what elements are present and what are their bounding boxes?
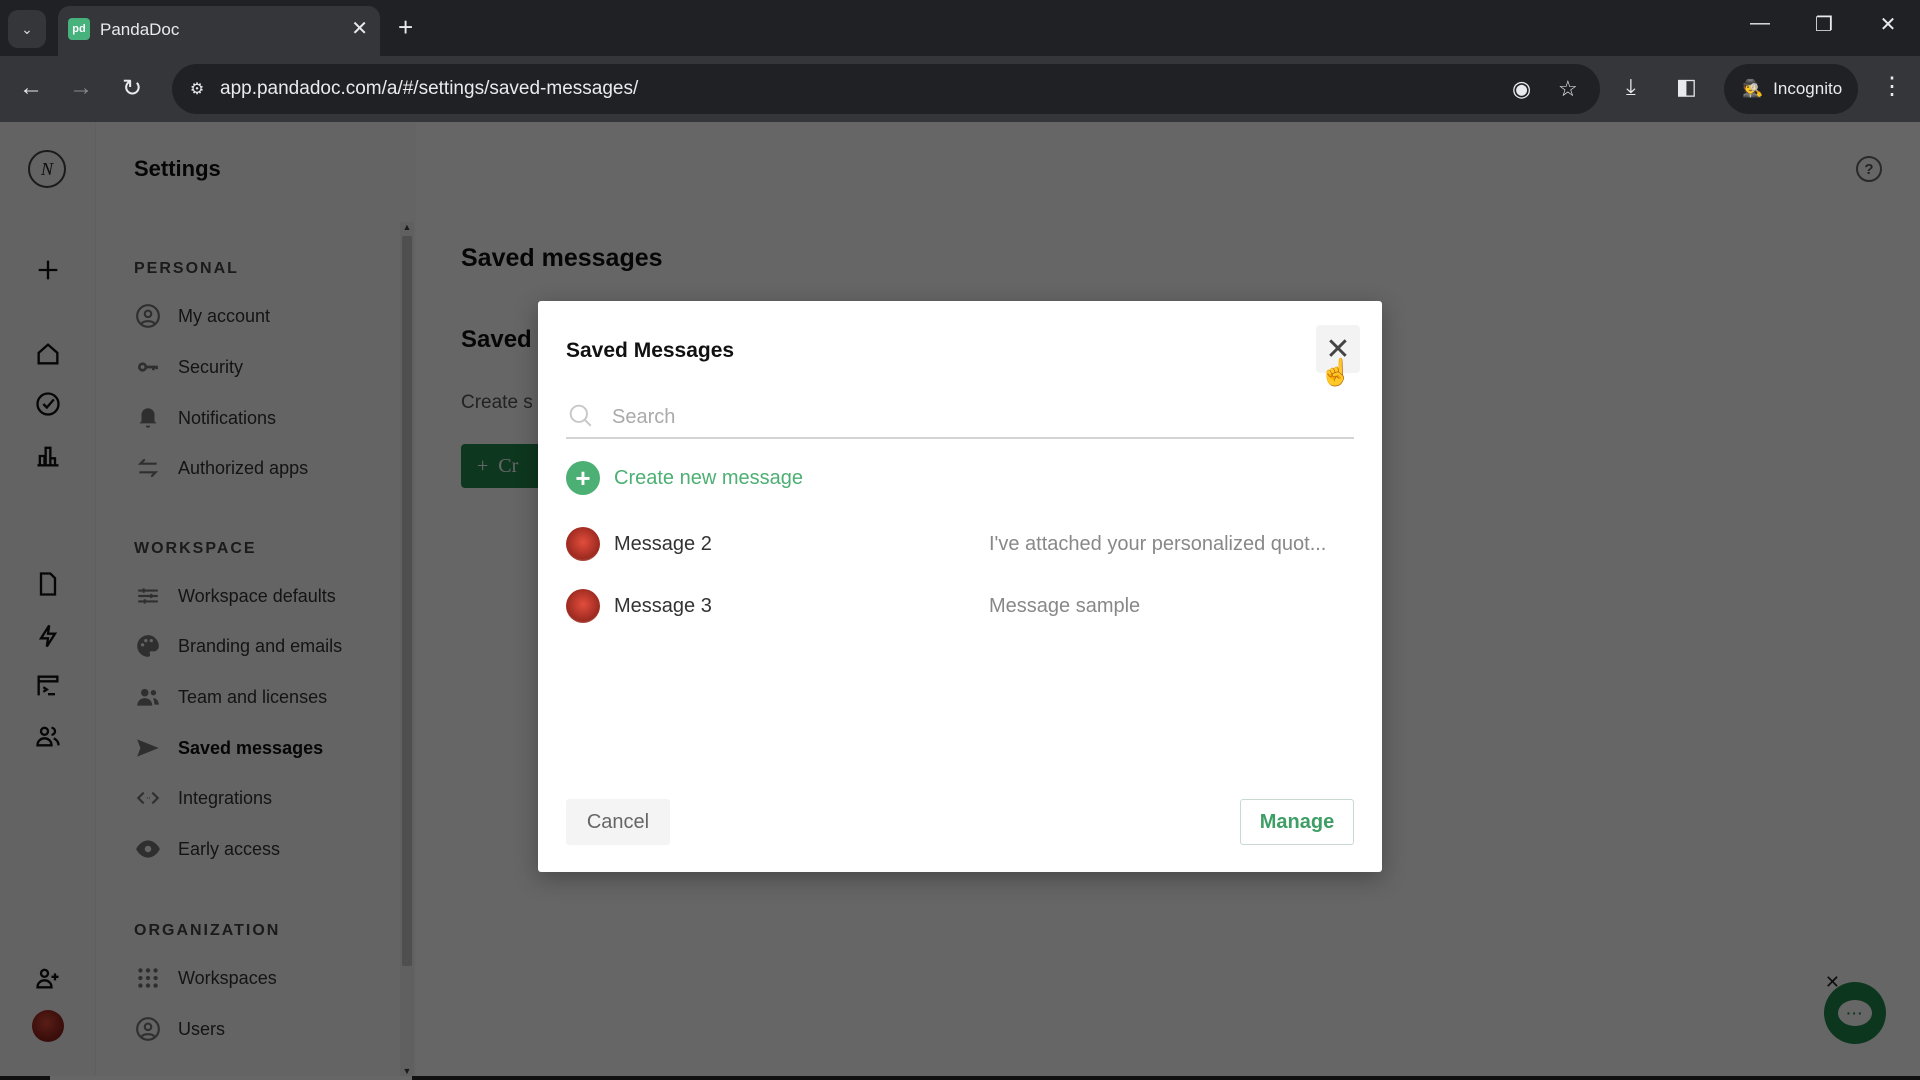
new-tab-button[interactable]: +: [398, 12, 413, 43]
incognito-icon: 🕵: [1742, 79, 1764, 98]
search-field: [566, 399, 1354, 439]
search-input[interactable]: [612, 399, 1342, 435]
create-new-message-label: Create new message: [614, 466, 803, 489]
browser-tab[interactable]: pd PandaDoc ✕: [58, 6, 380, 56]
tab-close-icon[interactable]: ✕: [351, 16, 368, 41]
saved-messages-modal: Saved Messages ✕ ☝ + Create new message …: [538, 301, 1382, 872]
eye-off-icon[interactable]: ◉: [1512, 76, 1531, 102]
window-close-icon[interactable]: ✕: [1868, 12, 1908, 37]
incognito-label: Incognito: [1773, 79, 1843, 98]
browser-tab-bar: ⌄ pd PandaDoc ✕ + — ❐ ✕: [0, 0, 1920, 56]
message-preview: I've attached your personalized quot...: [989, 532, 1327, 555]
restore-icon[interactable]: ❐: [1804, 12, 1844, 37]
plus-circle-icon: +: [566, 461, 600, 495]
reload-icon[interactable]: ↻: [117, 74, 147, 103]
url-text[interactable]: app.pandadoc.com/a/#/settings/saved-mess…: [220, 78, 638, 100]
cancel-button[interactable]: Cancel: [566, 799, 670, 845]
message-avatar: [566, 589, 600, 623]
message-avatar: [566, 527, 600, 561]
tab-search-button[interactable]: ⌄: [8, 10, 46, 48]
browser-toolbar: ← → ↻ ⚙ app.pandadoc.com/a/#/settings/sa…: [0, 56, 1920, 122]
modal-close-button[interactable]: ✕: [1316, 325, 1360, 373]
minimize-icon[interactable]: —: [1740, 12, 1780, 35]
create-new-message-button[interactable]: + Create new message: [566, 461, 803, 495]
manage-button[interactable]: Manage: [1240, 799, 1354, 845]
message-name: Message 2: [614, 532, 712, 555]
pandadoc-favicon-icon: pd: [68, 18, 90, 40]
side-panel-icon[interactable]: ◧: [1676, 74, 1697, 100]
close-icon: ✕: [1325, 332, 1351, 366]
site-info-icon[interactable]: ⚙: [184, 76, 210, 102]
bookmark-star-icon[interactable]: ☆: [1558, 76, 1578, 102]
message-name: Message 3: [614, 594, 712, 617]
modal-title: Saved Messages: [566, 339, 735, 362]
download-icon[interactable]: ⤓: [1626, 74, 1636, 100]
browser-menu-icon[interactable]: ⋮: [1880, 72, 1904, 101]
list-item[interactable]: Message 3 Message sample: [566, 581, 1354, 631]
message-preview: Message sample: [989, 594, 1141, 617]
list-item[interactable]: Message 2 I've attached your personalize…: [566, 519, 1354, 569]
search-icon: [569, 404, 592, 427]
chevron-down-icon: ⌄: [21, 20, 33, 37]
forward-icon[interactable]: →: [66, 74, 96, 102]
back-icon[interactable]: ←: [16, 74, 46, 102]
address-bar[interactable]: ⚙ app.pandadoc.com/a/#/settings/saved-me…: [172, 64, 1600, 114]
incognito-badge[interactable]: 🕵 Incognito: [1724, 64, 1858, 114]
tab-title: PandaDoc: [100, 20, 180, 39]
